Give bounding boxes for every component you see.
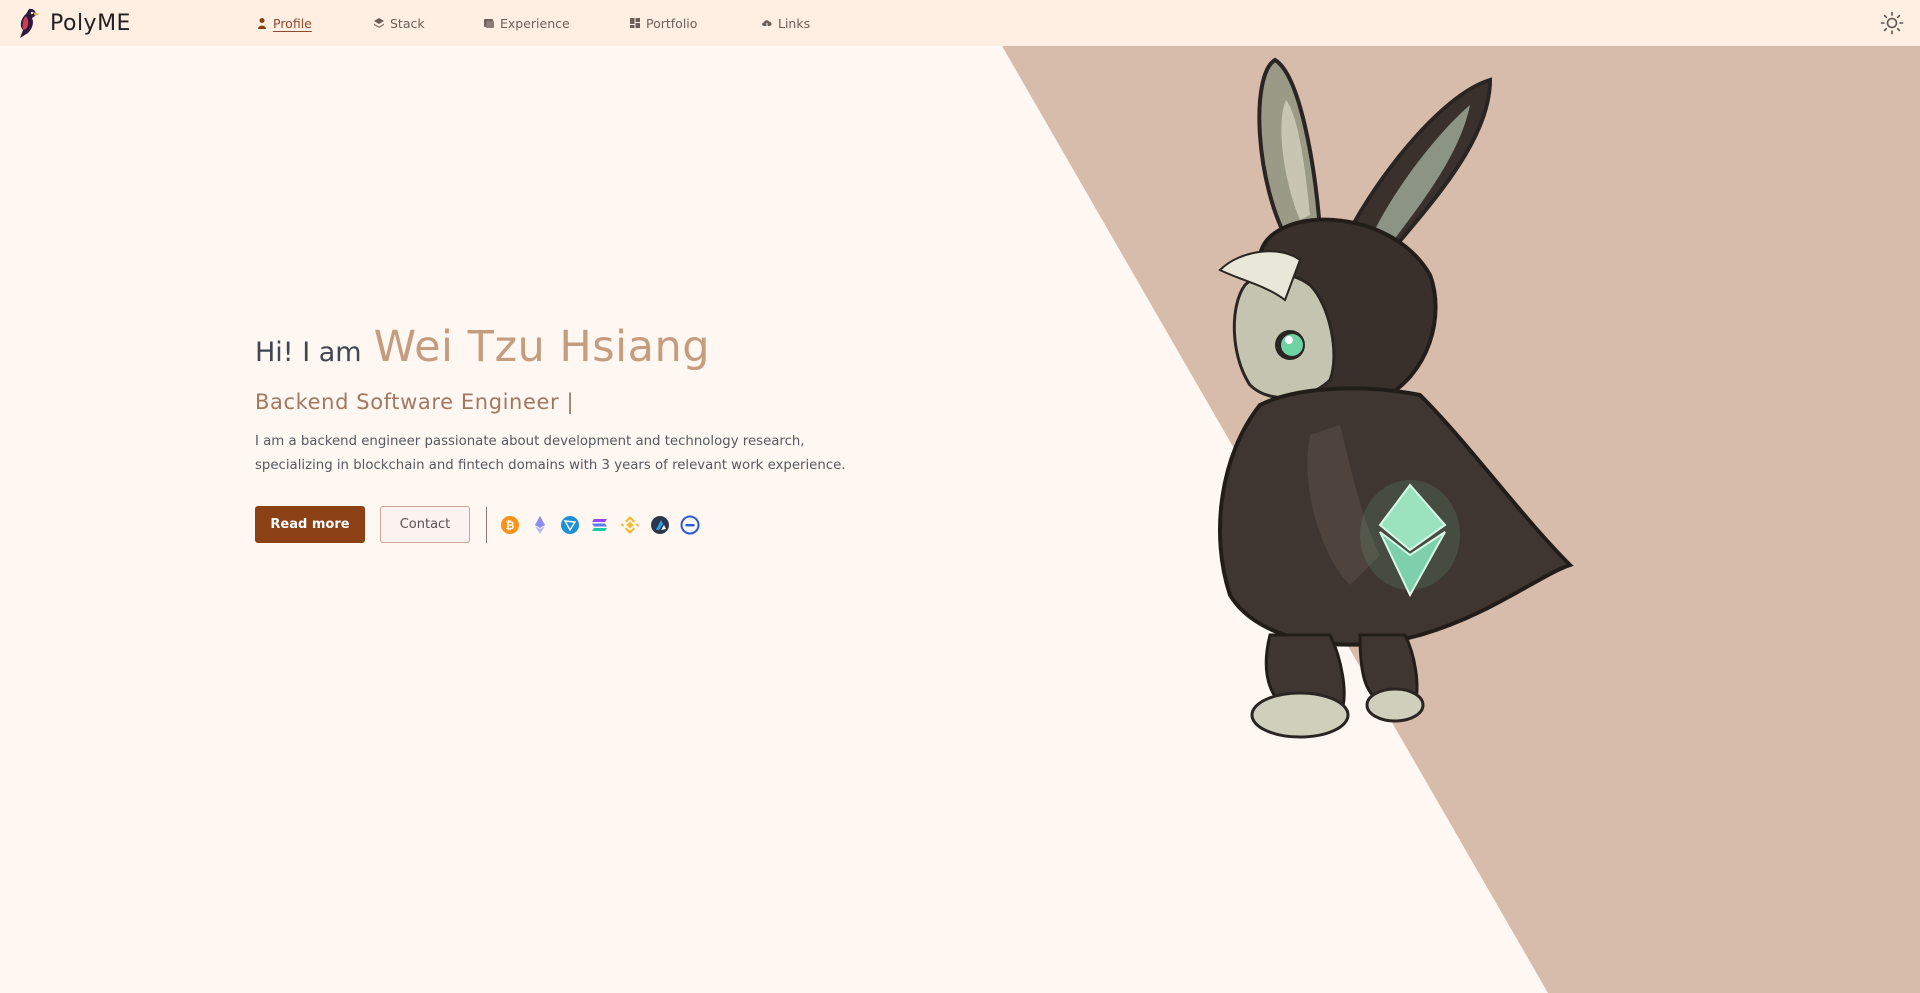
hero-name: Wei Tzu Hsiang [373, 322, 711, 372]
nav-item-stack[interactable]: Stack [373, 0, 483, 46]
theme-toggle-sun-icon[interactable] [1880, 11, 1904, 35]
nav-label-portfolio: Portfolio [646, 15, 698, 31]
nav-label-experience: Experience [500, 15, 570, 31]
bitcoin-icon[interactable]: ₿ [499, 514, 521, 536]
nav-label-profile: Profile [273, 15, 312, 31]
arbitrum-icon[interactable] [649, 514, 671, 536]
chain-icon-list: ₿ [499, 514, 701, 536]
layers-icon [374, 18, 384, 28]
ethereum-icon[interactable] [529, 514, 551, 536]
chainlink-icon[interactable] [679, 514, 701, 536]
hero-greeting: Hi! I am Wei Tzu Hsiang [255, 322, 895, 372]
nav-item-profile[interactable]: Profile [256, 0, 373, 46]
logo[interactable]: PolyME [14, 5, 131, 41]
nav-item-experience[interactable]: Experience [483, 0, 629, 46]
svg-text:₿: ₿ [506, 519, 515, 532]
nav-label-links: Links [778, 15, 811, 31]
nav-item-portfolio[interactable]: Portfolio [629, 0, 761, 46]
divider [486, 506, 487, 543]
hero-actions: Read more Contact ₿ [255, 506, 895, 543]
contact-button[interactable]: Contact [380, 506, 470, 543]
hero-section: Hi! I am Wei Tzu Hsiang Backend Software… [255, 322, 895, 543]
scroll-icon [484, 19, 494, 28]
bnb-icon[interactable] [619, 514, 641, 536]
greeting-text: Hi! I am [255, 337, 362, 368]
grid-icon [630, 18, 640, 28]
nav-item-links[interactable]: Links [761, 0, 851, 46]
main-nav: Profile Stack Experience Portfolio Links [256, 0, 851, 46]
person-icon [258, 18, 266, 29]
logo-text: PolyME [50, 10, 131, 36]
hero-role: Backend Software Engineer | [255, 390, 575, 414]
read-more-button[interactable]: Read more [255, 506, 365, 543]
rabbit-mascot-illustration [1218, 57, 1574, 739]
parrot-logo-icon [20, 8, 39, 39]
solana-icon[interactable] [589, 514, 611, 536]
tron-icon[interactable] [559, 514, 581, 536]
top-navigation-bar: PolyME Profile Stack Experience Portfoli… [0, 0, 1920, 46]
link-cloud-icon [762, 20, 772, 28]
hero-description: I am a backend engineer passionate about… [255, 434, 846, 473]
nav-label-stack: Stack [390, 15, 425, 31]
